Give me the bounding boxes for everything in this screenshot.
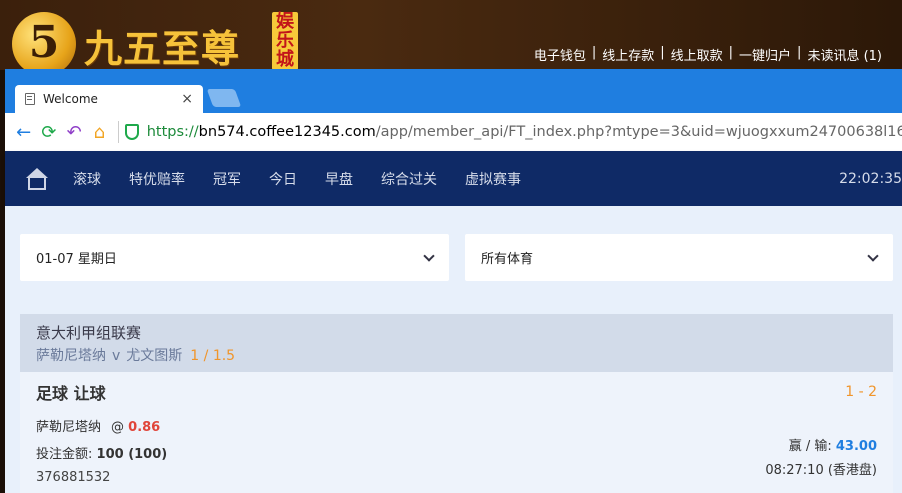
clock: 22:02:35: [839, 170, 902, 187]
home-icon[interactable]: [25, 167, 49, 190]
matchup: 萨勒尼塔纳 v 尤文图斯 1 / 1.5: [36, 345, 877, 365]
link-separator: |: [660, 45, 665, 60]
main-content: 01-07 星期日 所有体育 意大利甲组联赛 萨勒尼塔纳 v 尤文图斯 1 / 1.5…: [5, 206, 902, 493]
url-host: bn574.coffee12345.com: [198, 124, 376, 140]
win-loss-amount: 43.00: [835, 439, 877, 454]
nav-item-special-odds[interactable]: 特优赔率: [129, 169, 185, 189]
casino-logo[interactable]: 5: [12, 12, 76, 76]
close-icon[interactable]: ×: [181, 91, 193, 107]
browser-window: Welcome × ← ⟳ ↶ ⌂ https://bn574.coffee12…: [5, 69, 902, 493]
pick-team: 萨勒尼塔纳: [36, 420, 102, 435]
date-select-value: 01-07 星期日: [36, 252, 117, 267]
league-header: 意大利甲组联赛 萨勒尼塔纳 v 尤文图斯 1 / 1.5: [20, 314, 893, 372]
ticket-id: 376881532: [36, 470, 111, 485]
casino-header: 5 九五至尊 娱乐城 电子钱包 | 线上存款 | 线上取款 | 一键归户 | 未…: [0, 0, 902, 76]
nav-item-outright[interactable]: 冠军: [213, 169, 241, 189]
link-withdraw[interactable]: 线上取款: [671, 45, 723, 64]
divider: [118, 121, 119, 143]
tab-bar: Welcome ×: [5, 69, 902, 113]
link-separator: |: [728, 45, 734, 60]
date-select[interactable]: 01-07 星期日: [20, 234, 449, 281]
account-links: 电子钱包 | 线上存款 | 线上取款 | 一键归户 | 未读讯息 (1): [534, 45, 882, 64]
back-arrow-icon[interactable]: ←: [11, 122, 36, 143]
stake: 投注金额: 100 (100): [36, 443, 877, 462]
league-name: 意大利甲组联赛: [36, 324, 142, 342]
link-e-wallet[interactable]: 电子钱包: [534, 45, 586, 64]
chevron-down-icon: [867, 249, 879, 262]
new-tab-button[interactable]: [206, 89, 242, 107]
link-unread-messages[interactable]: 未读讯息 (1): [807, 45, 882, 64]
url-field[interactable]: https://bn574.coffee12345.com/app/member…: [147, 124, 902, 140]
sport-select-value: 所有体育: [481, 252, 534, 267]
undo-icon[interactable]: ↶: [62, 122, 87, 143]
handicap: 1 / 1.5: [190, 348, 236, 364]
page-icon: [25, 93, 35, 105]
odds: 0.86: [128, 420, 161, 435]
tab-title: Welcome: [43, 92, 98, 106]
nav-items: 滚球 特优赔率 冠军 今日 早盘 综合过关 虚拟赛事: [73, 169, 549, 189]
home-body: [28, 176, 46, 190]
casino-logo-text: 九五至尊: [84, 26, 241, 71]
bet-time: 08:27:10 (香港盘): [765, 463, 877, 478]
nav-item-live[interactable]: 滚球: [73, 169, 101, 189]
win-loss-label: 赢 / 输:: [788, 439, 832, 454]
score: 1 - 2: [845, 384, 877, 400]
url-protocol: https://: [146, 124, 199, 140]
chevron-down-icon: [423, 249, 435, 262]
shield-icon: [124, 124, 139, 140]
bet-card: 足球 让球 1 - 2 萨勒尼塔纳 @ 0.86 投注金额: 100 (100) …: [20, 372, 893, 493]
tab-welcome[interactable]: Welcome ×: [15, 85, 203, 113]
stake-label: 投注金额:: [36, 447, 93, 462]
win-loss: 赢 / 输: 43.00: [789, 435, 877, 454]
nav-item-today[interactable]: 今日: [269, 169, 297, 189]
versus: v: [112, 348, 121, 364]
away-team: 尤文图斯: [126, 348, 183, 364]
stake-value: 100 (100): [96, 447, 168, 462]
at-sign: @: [111, 420, 125, 435]
nav-item-virtual[interactable]: 虚拟赛事: [465, 169, 521, 189]
link-separator: |: [591, 45, 597, 60]
link-separator: |: [797, 45, 802, 60]
sport-select[interactable]: 所有体育: [465, 234, 893, 281]
nav-item-early[interactable]: 早盘: [325, 169, 353, 189]
site-nav: 滚球 特优赔率 冠军 今日 早盘 综合过关 虚拟赛事 22:02:35: [5, 151, 902, 206]
nav-item-parlay[interactable]: 综合过关: [381, 169, 437, 189]
bet-type: 足球 让球: [36, 384, 106, 403]
link-one-click-transfer[interactable]: 一键归户: [739, 45, 791, 64]
url-path: /app/member_api/FT_index.php?mtype=3&uid…: [375, 124, 902, 140]
address-bar: ← ⟳ ↶ ⌂ https://bn574.coffee12345.com/ap…: [5, 113, 902, 151]
bet-pick: 萨勒尼塔纳 @ 0.86: [36, 416, 877, 435]
casino-logo-badge: 娱乐城: [272, 12, 298, 70]
home-team: 萨勒尼塔纳: [36, 348, 106, 364]
home-icon[interactable]: ⌂: [87, 122, 112, 143]
link-deposit[interactable]: 线上存款: [602, 45, 654, 64]
reload-icon[interactable]: ⟳: [36, 122, 61, 143]
